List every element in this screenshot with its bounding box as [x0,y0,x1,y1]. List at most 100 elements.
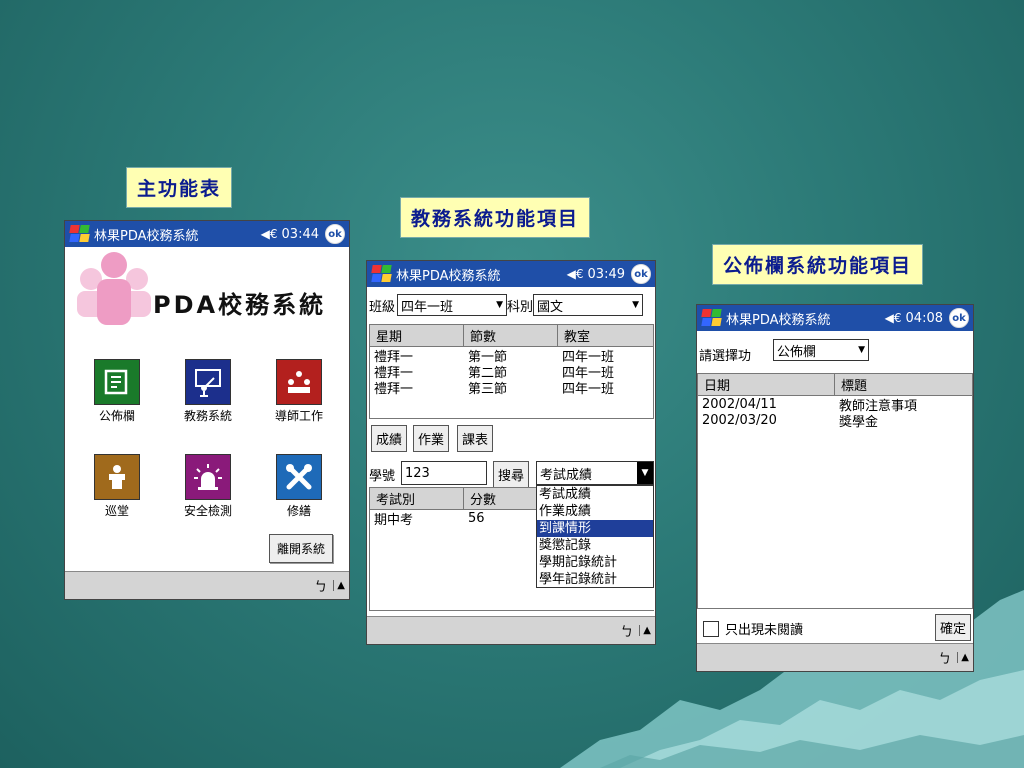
windows-start-icon[interactable] [701,308,723,328]
cell: 2002/04/11 [702,396,777,412]
bulletin-header: 日期 標題 [698,374,972,396]
tab-schedule[interactable]: 課表 [457,425,494,452]
menu-repair[interactable]: 修繕 [259,454,339,519]
tab-grades[interactable]: 成績 [371,425,408,452]
caption-main-menu: 主功能表 [126,167,233,208]
dropdown-option[interactable]: 作業成績 [537,503,653,520]
chevron-down-icon: ▼ [858,345,865,355]
column-header-period[interactable]: 節數 [464,325,558,346]
column-header-room[interactable]: 教室 [558,325,653,346]
score-header: 考試別 分數 [370,488,538,510]
bottom-bar: ㄅ ▲ [65,571,349,599]
column-header-date[interactable]: 日期 [698,374,835,395]
app-title: 林果PDA校務系統 [94,228,199,244]
pda-bulletin-screen: 林果PDA校務系統 ◀€ 04:08 ok 請選擇功 公佈欄 ▼ 日期 標題 2… [696,304,974,672]
dropdown-option[interactable]: 學期記錄統計 [537,554,653,571]
menu-label: 教務系統 [183,409,232,423]
alarm-icon [185,454,231,500]
function-select[interactable]: 公佈欄 ▼ [773,339,869,361]
speaker-icon[interactable]: ◀€ [885,311,902,325]
keyboard-icon[interactable]: ㄅ [314,576,327,595]
clock: 04:08 [905,310,943,326]
column-header-score[interactable]: 分數 [464,488,538,509]
table-row[interactable]: 2002/04/11 教師注意事項 [698,396,972,414]
ok-button[interactable]: ok [325,224,345,244]
clock: 03:44 [281,226,319,242]
caption-bulletin: 公佈欄系統功能項目 [712,244,924,285]
student-id-input[interactable]: 123 [401,461,487,485]
class-label: 班級 [369,299,396,315]
schedule-header: 星期 節數 教室 [370,325,653,347]
windows-start-icon[interactable] [69,224,91,244]
chevron-down-icon: ▼ [496,300,504,310]
title-bar: 林果PDA校務系統 ◀€ 03:44 ok [65,221,349,247]
keyboard-icon[interactable]: ㄅ [938,648,951,667]
logo-area: PDA校務系統 [65,247,349,337]
chevron-down-icon: ▼ [632,300,640,310]
exit-system-button[interactable]: 離開系統 [269,534,334,563]
clock: 03:49 [587,266,625,282]
mentor-icon [276,359,322,405]
class-subject-row: 班級 四年一班 ▼ 科別 國文 ▼ [369,294,644,316]
windows-start-icon[interactable] [371,264,393,284]
cell: 獎學金 [839,414,879,430]
menu-safety[interactable]: 安全檢測 [168,454,248,519]
function-select-label: 請選擇功 [699,349,752,364]
dropdown-option[interactable]: 獎懲記錄 [537,537,653,554]
confirm-button[interactable]: 確定 [935,614,972,641]
unread-only-checkbox[interactable] [703,620,719,637]
menu-patrol[interactable]: 巡堂 [77,454,157,519]
menu-mentor[interactable]: 導師工作 [259,359,339,424]
class-select-value: 四年一班 [401,299,454,315]
sip-up-arrow-icon[interactable]: ▲ [957,652,969,663]
unread-only-option[interactable]: 只出現未閱讀 [703,619,803,638]
sip-up-arrow-icon[interactable]: ▲ [639,625,651,636]
cell: 四年一班 [562,381,615,397]
bottom-bar: ㄅ ▲ [697,643,973,671]
record-type-dropdown-list: 考試成績 作業成績 到課情形 獎懲記錄 學期記錄統計 學年記錄統計 [536,485,654,588]
menu-academic[interactable]: 教務系統 [168,359,248,424]
bottom-bar: ㄅ ▲ [367,616,655,644]
speaker-icon[interactable]: ◀€ [261,227,278,241]
table-row[interactable]: 禮拜一 第三節 四年一班 [370,379,653,397]
pda-academic-screen: 林果PDA校務系統 ◀€ 03:49 ok 班級 四年一班 ▼ 科別 國文 ▼ … [366,260,656,645]
logo-text: PDA校務系統 [153,291,327,319]
app-title: 林果PDA校務系統 [726,312,831,328]
column-header-title[interactable]: 標題 [835,374,972,395]
column-header-exam[interactable]: 考試別 [370,488,464,509]
dropdown-option-selected[interactable]: 到課情形 [537,520,653,537]
menu-label: 導師工作 [274,409,323,423]
ok-button[interactable]: ok [631,264,651,284]
class-select[interactable]: 四年一班 ▼ [397,294,508,316]
dropdown-option[interactable]: 學年記錄統計 [537,571,653,588]
keyboard-icon[interactable]: ㄅ [620,621,633,640]
dropdown-option[interactable]: 考試成績 [537,486,653,503]
speaker-icon[interactable]: ◀€ [567,267,584,281]
pda-main-menu-screen: 林果PDA校務系統 ◀€ 03:44 ok PDA校務系統 公佈欄 教務系統 導 [64,220,350,600]
teaching-icon [185,359,231,405]
caption-academic: 教務系統功能項目 [400,197,591,238]
table-row[interactable]: 2002/03/20 獎學金 [698,412,972,430]
column-header-day[interactable]: 星期 [370,325,464,346]
repair-icon [276,454,322,500]
record-type-select[interactable]: 考試成績 ▼ [536,461,654,485]
tab-homework[interactable]: 作業 [413,425,450,452]
cell: 2002/03/20 [702,412,777,428]
subject-label: 科別 [507,299,534,315]
function-select-value: 公佈欄 [777,344,817,360]
cell: 56 [468,510,485,526]
bulletin-table: 日期 標題 2002/04/11 教師注意事項 2002/03/20 獎學金 [697,373,973,609]
title-bar: 林果PDA校務系統 ◀€ 04:08 ok [697,305,973,331]
sip-up-arrow-icon[interactable]: ▲ [333,580,345,591]
menu-label: 公佈欄 [98,409,135,423]
student-id-label: 學號 [369,469,396,484]
search-button[interactable]: 搜尋 [493,461,530,488]
subject-select[interactable]: 國文 ▼ [533,294,644,316]
ok-button[interactable]: ok [949,308,969,328]
chevron-down-icon[interactable]: ▼ [637,462,653,484]
schedule-table: 星期 節數 教室 禮拜一 第一節 四年一班 禮拜一 第二節 四年一班 禮拜一 第… [369,324,654,419]
app-title: 林果PDA校務系統 [396,268,501,284]
menu-label: 巡堂 [104,504,129,518]
menu-bulletin[interactable]: 公佈欄 [77,359,157,424]
unread-only-label: 只出現未閱讀 [725,623,804,638]
